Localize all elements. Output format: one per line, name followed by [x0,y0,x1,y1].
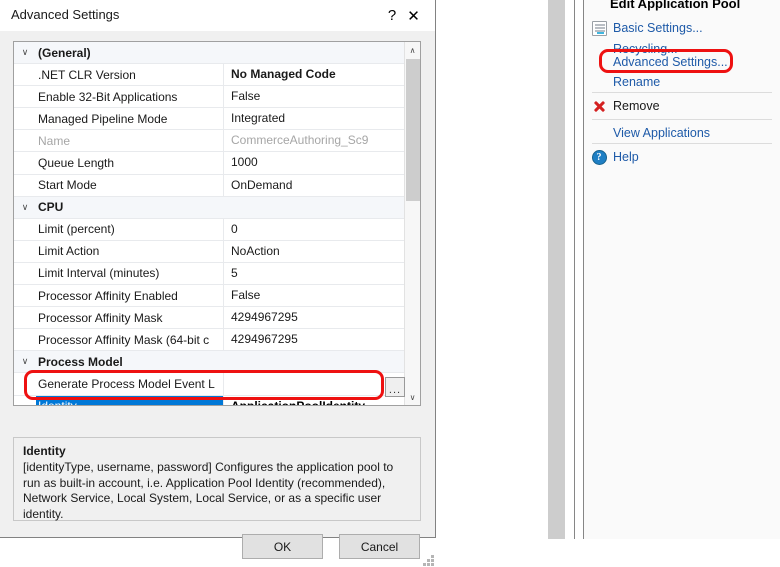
close-icon[interactable]: ✕ [392,0,435,31]
property-grid-row[interactable]: Limit (percent) 0 [14,218,405,241]
description-text: [identityType, username, password] Confi… [23,460,394,521]
action-label-advanced-settings: Advanced Settings... [613,55,728,69]
actions-pane: Edit Application Pool Basic Settings... … [584,0,780,539]
action-view-applications[interactable]: View Applications [584,121,780,145]
property-grid[interactable]: ∨ (General) .NET CLR Version No Managed Cod… [13,41,421,406]
property-value[interactable]: 4294967295 [223,329,405,351]
property-value[interactable]: CommerceAuthoring_Sc9 [223,130,405,152]
spacer-icon [589,52,609,72]
property-grid-row[interactable]: Identity ApplicationPoolIdentity [14,395,405,405]
property-name: Identity [36,395,223,405]
advanced-settings-dialog: Advanced Settings ? ✕ ∨ (General) .NET CLR… [0,0,436,566]
scroll-down-arrow-icon[interactable]: ∨ [405,389,420,405]
action-label-basic-settings: Basic Settings... [613,21,703,35]
property-name: Limit Action [38,244,100,259]
property-grid-scrollbar[interactable]: ∧ ∨ [404,42,420,405]
content-pane-scrollbar[interactable] [548,0,565,539]
property-grid-row[interactable]: Name CommerceAuthoring_Sc9 [14,130,405,153]
property-value[interactable]: No Managed Code [223,64,405,86]
actions-divider-1 [592,92,772,93]
property-value[interactable]: Integrated [223,108,405,130]
property-name: Processor Affinity Enabled [38,288,178,303]
resize-grip[interactable] [423,555,435,567]
property-grid-row[interactable]: Processor Affinity Mask 4294967295 [14,307,405,330]
property-value[interactable]: False [223,86,405,108]
property-name: Name [38,133,71,148]
property-name: (General) [38,45,91,60]
action-remove[interactable]: Remove [584,94,780,118]
property-value[interactable] [223,351,405,372]
dialog-title: Advanced Settings [11,7,120,22]
chevron-down-icon[interactable]: ∨ [14,357,36,366]
chevron-right-icon[interactable]: › [14,379,36,388]
property-name: .NET CLR Version [38,67,136,82]
action-label-remove: Remove [613,99,660,113]
spacer-icon [589,123,609,143]
pane-divider-left [574,0,575,539]
description-panel: Identity [identityType, username, passwo… [13,437,421,521]
scrollbar-thumb[interactable] [406,59,420,201]
property-value[interactable]: 4294967295 [223,307,405,329]
scroll-up-arrow-icon[interactable]: ∧ [405,42,420,58]
spacer-icon [589,72,609,92]
property-value[interactable] [223,42,405,63]
property-value[interactable]: 5 [223,262,405,285]
property-grid-row[interactable]: Enable 32-Bit Applications False [14,86,405,109]
property-grid-row[interactable]: Start Mode OnDemand [14,174,405,197]
cancel-button[interactable]: Cancel [339,534,420,559]
property-grid-row[interactable]: Processor Affinity Mask (64-bit c 4294967… [14,329,405,352]
property-grid-rows: ∨ (General) .NET CLR Version No Managed Cod… [14,42,405,405]
property-grid-section-header[interactable]: ∨ Process Model [14,351,405,374]
property-grid-row[interactable]: Queue Length 1000 [14,152,405,175]
property-name: Start Mode [38,178,97,193]
property-name: Generate Process Model Event L [38,376,215,391]
property-value[interactable] [223,373,405,395]
action-rename[interactable]: Rename [584,70,780,94]
actions-pane-title: Edit Application Pool [610,0,741,11]
property-value[interactable]: OnDemand [223,174,405,196]
chevron-down-icon[interactable]: ∨ [14,48,36,57]
property-name: Managed Pipeline Mode [38,111,168,126]
actions-divider-2 [592,119,772,120]
property-grid-section-header[interactable]: ∨ (General) [14,42,405,65]
property-name: Processor Affinity Mask [38,310,163,325]
property-value[interactable]: False [223,285,405,307]
property-value[interactable]: ApplicationPoolIdentity [223,395,405,405]
property-grid-row[interactable]: Managed Pipeline Mode Integrated [14,108,405,131]
dialog-body: ∨ (General) .NET CLR Version No Managed Cod… [0,31,435,566]
actions-divider-3 [592,143,772,144]
property-name: Limit Interval (minutes) [38,266,160,281]
chevron-down-icon[interactable]: ∨ [14,202,36,212]
property-name: Process Model [38,354,123,369]
document-settings-icon [589,18,609,38]
property-value[interactable]: 0 [223,218,405,240]
property-name: CPU [38,200,64,215]
property-value[interactable]: NoAction [223,240,405,262]
property-value[interactable] [223,197,405,218]
property-grid-row[interactable]: .NET CLR Version No Managed Code [14,64,405,87]
ok-button[interactable]: OK [242,534,323,559]
property-name: Enable 32-Bit Applications [38,89,178,104]
property-grid-row[interactable]: Limit Interval (minutes) 5 [14,262,405,286]
property-name: Processor Affinity Mask (64-bit c [38,332,210,347]
action-label-view-applications: View Applications [613,126,711,140]
dialog-titlebar[interactable]: Advanced Settings ? ✕ [0,0,435,31]
property-grid-row[interactable]: Limit Action NoAction [14,240,405,263]
property-name: Queue Length [38,156,115,171]
description-title: Identity [23,444,66,458]
action-help[interactable]: ? Help [584,145,780,169]
property-grid-row[interactable]: Processor Affinity Enabled False [14,285,405,308]
red-x-icon [589,96,609,116]
identity-browse-button[interactable]: ... [385,377,405,397]
property-grid-section-header[interactable]: ∨ CPU [14,196,405,219]
blue-help-icon: ? [589,147,609,167]
action-label-rename: Rename [613,75,661,89]
property-name: Limit (percent) [38,222,115,237]
property-value[interactable]: 1000 [223,152,405,174]
action-label-help: Help [613,150,639,164]
property-grid-row[interactable]: › Generate Process Model Event L [14,373,405,396]
